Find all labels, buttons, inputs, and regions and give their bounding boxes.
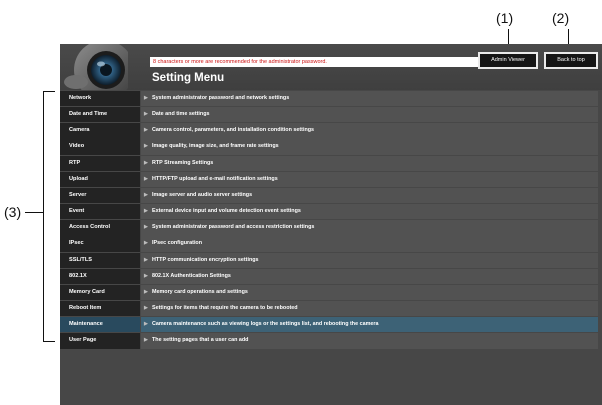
arrow-right-icon: ▶: [144, 208, 148, 215]
menu-item-description[interactable]: ▶ The setting pages that a user can add: [141, 333, 598, 349]
arrow-right-icon: ▶: [144, 288, 148, 295]
menu-item-description-text: Camera maintenance such as viewing logs …: [152, 321, 379, 328]
menu-item-label[interactable]: Reboot Item: [60, 301, 140, 317]
menu-item-description[interactable]: ▶ Date and time settings: [141, 107, 598, 123]
menu-item-label[interactable]: Camera: [60, 123, 140, 139]
menu-item-description[interactable]: ▶ RTP Streaming Settings: [141, 155, 598, 171]
menu-item-label[interactable]: Network: [60, 91, 140, 107]
callout-3-bracket-bottom: [43, 341, 55, 342]
menu-item-description-text: Image server and audio server settings: [152, 191, 253, 198]
menu-item-description[interactable]: ▶ Camera control, parameters, and install…: [141, 123, 598, 139]
callout-1: (1): [496, 10, 514, 26]
menu-item-label[interactable]: SSL/TLS: [60, 252, 140, 268]
menu-item-label[interactable]: Memory Card: [60, 284, 140, 301]
menu-item-description[interactable]: ▶ Camera maintenance such as viewing logs…: [141, 317, 598, 333]
callout-3-leader: [25, 212, 43, 213]
menu-item-description[interactable]: ▶ Image server and audio server settings: [141, 187, 598, 204]
menu-item-description[interactable]: ▶ HTTP communication encryption settings: [141, 252, 598, 268]
callout-3-bracket: [43, 91, 44, 341]
menu-item-description-text: HTTP communication encryption settings: [152, 256, 259, 263]
menu-row-video[interactable]: Video ▶ Image quality, image size, and fra…: [60, 139, 598, 155]
menu-row-memory-card[interactable]: Memory Card ▶ Memory card operations and s…: [60, 284, 598, 301]
arrow-right-icon: ▶: [144, 111, 148, 118]
password-warning: 8 characters or more are recommended for…: [150, 57, 522, 67]
callout-3-bracket-top: [43, 91, 55, 92]
menu-row-user-page[interactable]: User Page ▶ The setting pages that a user …: [60, 333, 598, 349]
arrow-right-icon: ▶: [144, 337, 148, 344]
back-to-top-button[interactable]: Back to top: [544, 52, 598, 69]
camera-logo-icon: [62, 44, 128, 90]
menu-row-server[interactable]: Server ▶ Image server and audio server set…: [60, 187, 598, 204]
menu-item-description-text: Image quality, image size, and frame rat…: [152, 143, 279, 150]
menu-row-camera[interactable]: Camera ▶ Camera control, parameters, and i…: [60, 123, 598, 139]
menu-item-label[interactable]: Server: [60, 187, 140, 204]
menu-item-label[interactable]: User Page: [60, 333, 140, 349]
menu-item-description[interactable]: ▶ 802.1X Authentication Settings: [141, 268, 598, 285]
camera-settings-screen: 8 characters or more are recommended for…: [60, 44, 602, 405]
menu-item-label[interactable]: 802.1X: [60, 268, 140, 285]
menu-item-label[interactable]: RTP: [60, 155, 140, 171]
menu-row-ssl-tls[interactable]: SSL/TLS ▶ HTTP communication encryption se…: [60, 252, 598, 268]
menu-item-description[interactable]: ▶ HTTP/FTP upload and e-mail notification…: [141, 171, 598, 188]
menu-row-rtp[interactable]: RTP ▶ RTP Streaming Settings: [60, 155, 598, 171]
menu-item-description-text: Settings for items that require the came…: [152, 305, 298, 312]
menu-row-date-and-time[interactable]: Date and Time ▶ Date and time settings: [60, 107, 598, 123]
menu-item-description-text: External device input and volume detecti…: [152, 208, 301, 215]
menu-row-event[interactable]: Event ▶ External device input and volume d…: [60, 204, 598, 220]
menu-item-description-text: Memory card operations and settings: [152, 288, 248, 295]
menu-item-description-text: System administrator password and networ…: [152, 95, 290, 101]
arrow-right-icon: ▶: [144, 191, 148, 198]
menu-item-description-text: Camera control, parameters, and installa…: [152, 127, 315, 134]
menu-item-label[interactable]: Event: [60, 204, 140, 220]
menu-item-description[interactable]: ▶ IPsec configuration: [141, 236, 598, 252]
page-title: Setting Menu: [152, 72, 225, 84]
arrow-right-icon: ▶: [144, 305, 148, 312]
menu-row-access-control[interactable]: Access Control ▶ System administrator pass…: [60, 220, 598, 236]
admin-viewer-button[interactable]: Admin Viewer: [478, 52, 538, 69]
menu-item-label[interactable]: IPsec: [60, 236, 140, 252]
menu-row-802-1x[interactable]: 802.1X ▶ 802.1X Authentication Settings: [60, 268, 598, 285]
header: 8 characters or more are recommended for…: [60, 44, 602, 90]
arrow-right-icon: ▶: [144, 143, 148, 150]
arrow-right-icon: ▶: [144, 224, 148, 231]
menu-item-description-text: Date and time settings: [152, 111, 210, 118]
menu-item-description[interactable]: ▶ System administrator password and netwo…: [141, 91, 598, 107]
menu-item-label[interactable]: Date and Time: [60, 107, 140, 123]
callout-2: (2): [552, 10, 570, 26]
arrow-right-icon: ▶: [144, 127, 148, 134]
menu-item-label[interactable]: Video: [60, 139, 140, 155]
menu-row-network[interactable]: Network ▶ System administrator password an…: [60, 91, 598, 107]
menu-item-description-text: HTTP/FTP upload and e-mail notification …: [152, 175, 278, 182]
menu-item-description-text: System administrator password and access…: [152, 224, 315, 231]
menu-row-upload[interactable]: Upload ▶ HTTP/FTP upload and e-mail notifi…: [60, 171, 598, 188]
setting-menu: Network ▶ System administrator password an…: [60, 91, 598, 350]
menu-item-description-text: The setting pages that a user can add: [152, 337, 249, 344]
menu-item-description[interactable]: ▶ Image quality, image size, and frame ra…: [141, 139, 598, 155]
arrow-right-icon: ▶: [144, 272, 148, 279]
menu-item-label[interactable]: Access Control: [60, 220, 140, 236]
menu-row-reboot-item[interactable]: Reboot Item ▶ Settings for items that requ…: [60, 301, 598, 317]
callout-3: (3): [4, 204, 22, 220]
arrow-right-icon: ▶: [144, 321, 148, 328]
menu-item-label[interactable]: Upload: [60, 171, 140, 188]
menu-item-description[interactable]: ▶ External device input and volume detect…: [141, 204, 598, 220]
menu-row-ipsec[interactable]: IPsec ▶ IPsec configuration: [60, 236, 598, 252]
menu-item-description-text: IPsec configuration: [152, 240, 203, 247]
menu-item-description-text: RTP Streaming Settings: [152, 159, 214, 166]
menu-item-description-text: 802.1X Authentication Settings: [152, 272, 231, 279]
arrow-right-icon: ▶: [144, 95, 148, 101]
arrow-right-icon: ▶: [144, 159, 148, 166]
menu-row-maintenance[interactable]: Maintenance ▶ Camera maintenance such as v…: [60, 317, 598, 333]
arrow-right-icon: ▶: [144, 256, 148, 263]
arrow-right-icon: ▶: [144, 175, 148, 182]
arrow-right-icon: ▶: [144, 240, 148, 247]
menu-item-description[interactable]: ▶ Settings for items that require the cam…: [141, 301, 598, 317]
menu-item-description[interactable]: ▶ System administrator password and acces…: [141, 220, 598, 236]
menu-item-label[interactable]: Maintenance: [60, 317, 140, 333]
menu-item-description[interactable]: ▶ Memory card operations and settings: [141, 284, 598, 301]
